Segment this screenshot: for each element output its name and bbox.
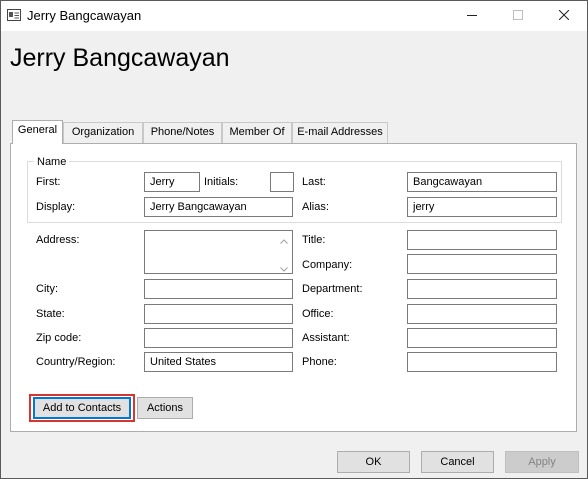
address-textarea[interactable] [144,230,293,274]
alias-label: Alias: [302,201,329,213]
city-field[interactable] [144,279,293,299]
last-name-label: Last: [302,176,326,188]
title-bar: Jerry Bangcawayan [1,1,587,31]
contact-heading: Jerry Bangcawayan [10,44,230,72]
close-button[interactable] [541,1,587,31]
tab-organization[interactable]: Organization [63,122,143,143]
tab-phone-notes[interactable]: Phone/Notes [143,122,222,143]
apply-button[interactable]: Apply [505,451,579,473]
title-field[interactable] [407,230,557,250]
phone-field[interactable] [407,352,557,372]
maximize-icon [513,9,523,23]
tab-member-of[interactable]: Member Of [222,122,292,143]
company-field[interactable] [407,254,557,274]
name-group-legend: Name [34,156,70,168]
assistant-field[interactable] [407,328,557,348]
last-name-field[interactable]: Bangcawayan [407,172,557,192]
contact-properties-dialog: Jerry Bangcawayan Jerry Bangcawayan Gene… [0,0,588,479]
address-scrollbar[interactable] [276,231,292,273]
country-region-label: Country/Region: [36,356,116,368]
initials-label: Initials: [204,176,239,188]
contact-card-icon [7,9,21,24]
add-to-contacts-button[interactable]: Add to Contacts [33,397,131,419]
city-label: City: [36,283,58,295]
company-label: Company: [302,259,353,271]
office-label: Office: [302,308,334,320]
minimize-icon [467,10,477,23]
display-name-field[interactable]: Jerry Bangcawayan [144,197,293,217]
display-name-label: Display: [36,201,76,213]
tab-general[interactable]: General [12,120,63,144]
actions-button[interactable]: Actions [137,397,193,419]
scroll-down-icon [280,263,288,275]
zip-code-label: Zip code: [36,332,82,344]
cancel-button[interactable]: Cancel [421,451,494,473]
first-name-label: First: [36,176,61,188]
department-label: Department: [302,283,363,295]
country-region-field[interactable]: United States [144,352,293,372]
minimize-button[interactable] [449,1,495,31]
close-icon [558,9,570,23]
ok-button[interactable]: OK [337,451,410,473]
maximize-button[interactable] [495,1,541,31]
general-tab-panel: Name First: Jerry Initials: Last: Bangca… [10,143,577,432]
office-field[interactable] [407,304,557,324]
scroll-up-icon [280,235,288,247]
tab-email-addresses[interactable]: E-mail Addresses [292,122,388,143]
phone-label: Phone: [302,356,337,368]
alias-field[interactable]: jerry [407,197,557,217]
state-label: State: [36,308,65,320]
initials-field[interactable] [270,172,294,192]
first-name-field[interactable]: Jerry [144,172,200,192]
state-field[interactable] [144,304,293,324]
department-field[interactable] [407,279,557,299]
address-label: Address: [36,234,80,246]
title-label: Title: [302,234,326,246]
assistant-label: Assistant: [302,332,350,344]
zip-code-field[interactable] [144,328,293,348]
window-title: Jerry Bangcawayan [27,8,142,23]
